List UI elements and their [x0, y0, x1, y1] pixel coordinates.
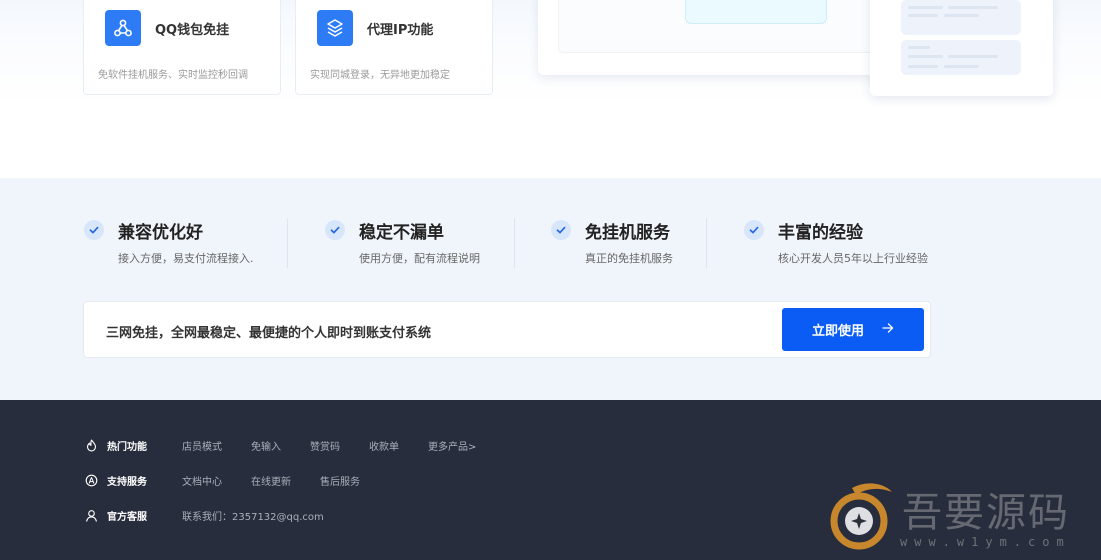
footer-row-support: 支持服务 文档中心 在线更新 售后服务 [84, 472, 389, 488]
cta-text: 三网免挂，全网最稳定、最便捷的个人即时到账支付系统 [106, 326, 432, 341]
fire-icon [84, 438, 98, 452]
footer-heading: 官方客服 [107, 511, 147, 523]
start-using-button[interactable]: 立即使用 [782, 308, 924, 351]
check-icon [325, 220, 345, 240]
feature-card-title: 代理IP功能 [367, 23, 434, 38]
footer-link-more[interactable]: 更多产品> [428, 438, 476, 453]
check-icon [744, 220, 764, 240]
illustration-line [948, 55, 998, 58]
footer-heading: 支持服务 [107, 476, 147, 488]
feature-card-qq-wallet: QQ钱包免挂 免软件挂机服务、实时监控秒回调 [83, 0, 281, 95]
divider [287, 218, 288, 268]
benefit-desc: 接入方便，易支付流程接入. [118, 252, 254, 265]
check-icon [551, 220, 571, 240]
illustration-line [908, 55, 943, 58]
illustration-line [908, 46, 930, 49]
benefit-desc: 使用方便，配有流程说明 [359, 252, 480, 265]
feature-card-desc: 实现同城登录，无异地更加稳定 [310, 70, 450, 81]
illustration-line [908, 65, 938, 68]
benefit-title: 丰富的经验 [778, 223, 863, 243]
start-using-label: 立即使用 [811, 324, 864, 339]
footer-link[interactable]: 店员模式 [182, 438, 222, 453]
illustration-panel [558, 0, 878, 53]
user-icon [84, 508, 98, 522]
illustration-line [944, 14, 979, 17]
benefit-desc: 核心开发人员5年以上行业经验 [778, 252, 928, 265]
watermark-logo-icon [830, 483, 892, 550]
feature-card-proxy-ip: 代理IP功能 实现同城登录，无异地更加稳定 [295, 0, 493, 95]
footer-link[interactable]: 赞赏码 [310, 438, 340, 453]
benefit-title: 稳定不漏单 [359, 223, 444, 243]
footer-link[interactable]: 售后服务 [320, 473, 360, 488]
layers-icon [317, 10, 353, 46]
divider [514, 218, 515, 268]
footer-link[interactable]: 免输入 [251, 438, 281, 453]
footer-link[interactable]: 文档中心 [182, 473, 222, 488]
cta-banner: 三网免挂，全网最稳定、最便捷的个人即时到账支付系统 立即使用 [83, 301, 931, 358]
watermark-text: 吾要源码 [902, 490, 1070, 536]
dashboard-illustration [538, 0, 893, 75]
footer-heading: 热门功能 [107, 441, 147, 453]
features-section: QQ钱包免挂 免软件挂机服务、实时监控秒回调 代理IP功能 实现同城登录，无异地… [0, 0, 1101, 178]
footer-row-hot: 热门功能 店员模式 免输入 赞赏码 收款单 更多产品> [84, 437, 505, 453]
check-icon [84, 220, 104, 240]
feature-card-desc: 免软件挂机服务、实时监控秒回调 [98, 70, 248, 81]
footer-link[interactable]: 在线更新 [251, 473, 291, 488]
feature-card-title: QQ钱包免挂 [155, 23, 230, 38]
benefits-band: 兼容优化好 接入方便，易支付流程接入. 稳定不漏单 使用方便，配有流程说明 免挂… [0, 178, 1101, 400]
watermark: 吾要源码 www.w1ym.com [822, 478, 1092, 556]
illustration-screen [685, 0, 827, 24]
divider [706, 218, 707, 268]
benefit-desc: 真正的免挂机服务 [585, 252, 673, 265]
contact-email[interactable]: 联系我们：2357132@qq.com [182, 508, 324, 523]
benefit-title: 免挂机服务 [585, 223, 670, 243]
illustration-line [948, 6, 998, 9]
illustration-line [944, 65, 979, 68]
support-icon [84, 473, 98, 487]
footer-row-service: 官方客服 联系我们：2357132@qq.com [84, 507, 353, 523]
illustration-side-card [870, 0, 1053, 96]
footer-link[interactable]: 收款单 [369, 438, 399, 453]
benefit-title: 兼容优化好 [118, 223, 203, 243]
watermark-url: www.w1ym.com [900, 535, 1071, 549]
arrow-right-icon [882, 322, 894, 337]
illustration-line [908, 14, 938, 17]
network-icon [105, 10, 141, 46]
illustration-line [908, 6, 943, 9]
